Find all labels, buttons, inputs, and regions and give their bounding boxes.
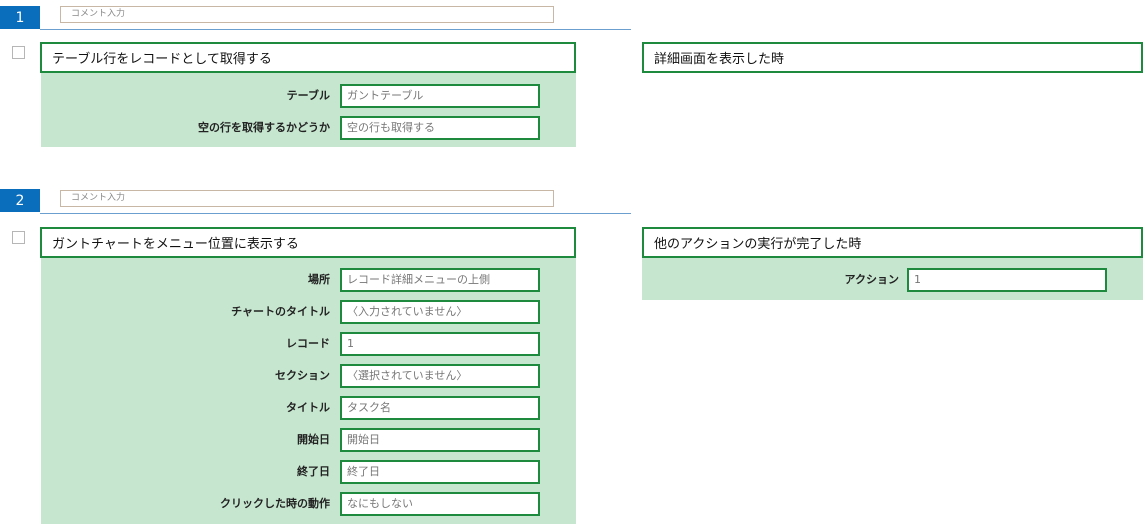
action-params-panel: 場所 レコード詳細メニューの上側 チャートのタイトル 〈入力されていません〉 レ… — [41, 258, 576, 524]
param-label: アクション — [844, 273, 899, 286]
param-row: アクション 1 — [642, 268, 1143, 292]
param-value-field[interactable]: 1 — [340, 332, 540, 356]
action-title[interactable]: ガントチャートをメニュー位置に表示する — [40, 227, 576, 258]
param-label: 終了日 — [297, 465, 330, 478]
param-value-field[interactable]: ガントテーブル — [340, 84, 540, 108]
param-value-field[interactable]: レコード詳細メニューの上側 — [340, 268, 540, 292]
param-label: セクション — [275, 369, 330, 382]
comment-input[interactable]: コメント入力 — [60, 6, 554, 23]
param-label: テーブル — [286, 89, 330, 102]
param-row: タイトル タスク名 — [41, 396, 576, 420]
param-row: レコード 1 — [41, 332, 576, 356]
param-value-field[interactable]: 1 — [907, 268, 1107, 292]
param-label: 空の行を取得するかどうか — [198, 121, 330, 134]
param-row: チャートのタイトル 〈入力されていません〉 — [41, 300, 576, 324]
param-label: チャートのタイトル — [231, 305, 330, 318]
param-value-field[interactable]: なにもしない — [340, 492, 540, 516]
param-row: 終了日 終了日 — [41, 460, 576, 484]
trigger-title[interactable]: 詳細画面を表示した時 — [642, 42, 1143, 73]
param-value-field[interactable]: 空の行も取得する — [340, 116, 540, 140]
param-row: クリックした時の動作 なにもしない — [41, 492, 576, 516]
step-number: 1 — [0, 6, 40, 29]
step-number: 2 — [0, 189, 40, 212]
action-params-panel: テーブル ガントテーブル 空の行を取得するかどうか 空の行も取得する — [41, 73, 576, 147]
step-divider — [40, 213, 631, 214]
step-checkbox[interactable] — [12, 46, 25, 59]
param-row: 開始日 開始日 — [41, 428, 576, 452]
param-value-field[interactable]: 開始日 — [340, 428, 540, 452]
comment-input[interactable]: コメント入力 — [60, 190, 554, 207]
trigger-params-panel: アクション 1 — [642, 258, 1143, 300]
param-label: 場所 — [308, 273, 330, 286]
step-checkbox[interactable] — [12, 231, 25, 244]
param-label: タイトル — [286, 401, 330, 414]
param-value-field[interactable]: 〈選択されていません〉 — [340, 364, 540, 388]
param-row: テーブル ガントテーブル — [41, 84, 576, 108]
param-value-field[interactable]: 終了日 — [340, 460, 540, 484]
action-title[interactable]: テーブル行をレコードとして取得する — [40, 42, 576, 73]
param-row: セクション 〈選択されていません〉 — [41, 364, 576, 388]
param-label: 開始日 — [297, 433, 330, 446]
param-value-field[interactable]: 〈入力されていません〉 — [340, 300, 540, 324]
trigger-title[interactable]: 他のアクションの実行が完了した時 — [642, 227, 1143, 258]
param-label: クリックした時の動作 — [220, 497, 330, 510]
step-divider — [40, 29, 631, 30]
param-row: 空の行を取得するかどうか 空の行も取得する — [41, 116, 576, 140]
param-value-field[interactable]: タスク名 — [340, 396, 540, 420]
param-label: レコード — [286, 337, 330, 350]
param-row: 場所 レコード詳細メニューの上側 — [41, 268, 576, 292]
